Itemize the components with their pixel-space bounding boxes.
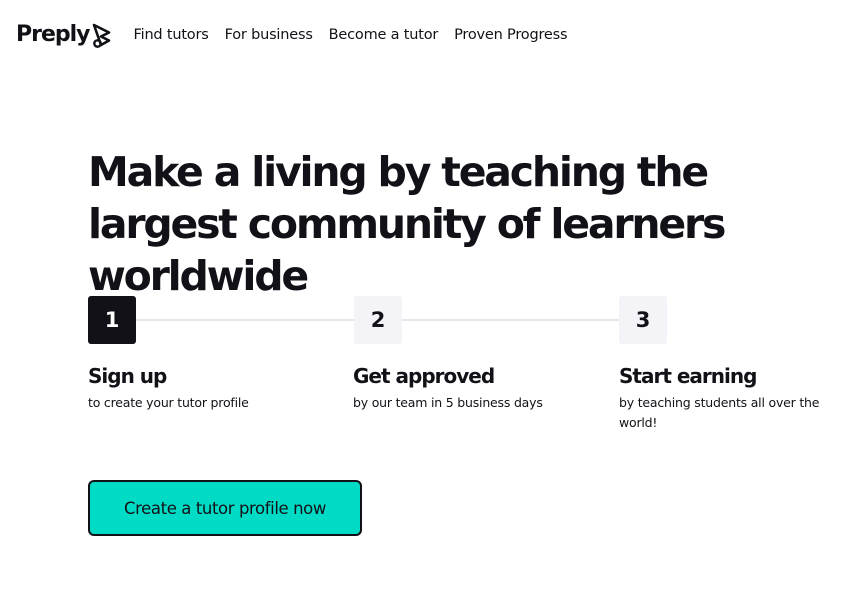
step-3-title: Start earning	[619, 364, 757, 388]
hero-title: Make a living by teaching the largest co…	[88, 148, 726, 300]
step-1-title: Sign up	[88, 364, 167, 388]
preply-logo[interactable]: Preply	[16, 22, 112, 49]
nav-proven-progress[interactable]: Proven Progress	[454, 27, 567, 43]
site-header: Preply Find tutors For business Become a…	[16, 18, 583, 52]
create-tutor-profile-button[interactable]: Create a tutor profile now	[88, 480, 362, 536]
step-3-number: 3	[619, 296, 667, 344]
step-2-title: Get approved	[353, 364, 495, 388]
main-nav: Find tutors For business Become a tutor …	[134, 27, 584, 43]
nav-find-tutors[interactable]: Find tutors	[134, 27, 209, 43]
page: Preply Find tutors For business Become a…	[0, 0, 866, 597]
nav-for-business[interactable]: For business	[225, 27, 313, 43]
step-connector	[402, 319, 620, 321]
step-2-number: 2	[354, 296, 402, 344]
step-1-number: 1	[88, 296, 136, 344]
steps: 1 Sign up to create your tutor profile 2…	[88, 296, 848, 436]
preply-mark-icon	[92, 23, 110, 48]
step-1-description: to create your tutor profile	[88, 395, 249, 410]
logo-text: Preply	[16, 22, 91, 47]
step-2-description: by our team in 5 business days	[353, 395, 543, 410]
step-3-description: by teaching students all over the world!	[619, 395, 820, 430]
step-connector	[136, 319, 354, 321]
nav-become-a-tutor[interactable]: Become a tutor	[329, 27, 439, 43]
